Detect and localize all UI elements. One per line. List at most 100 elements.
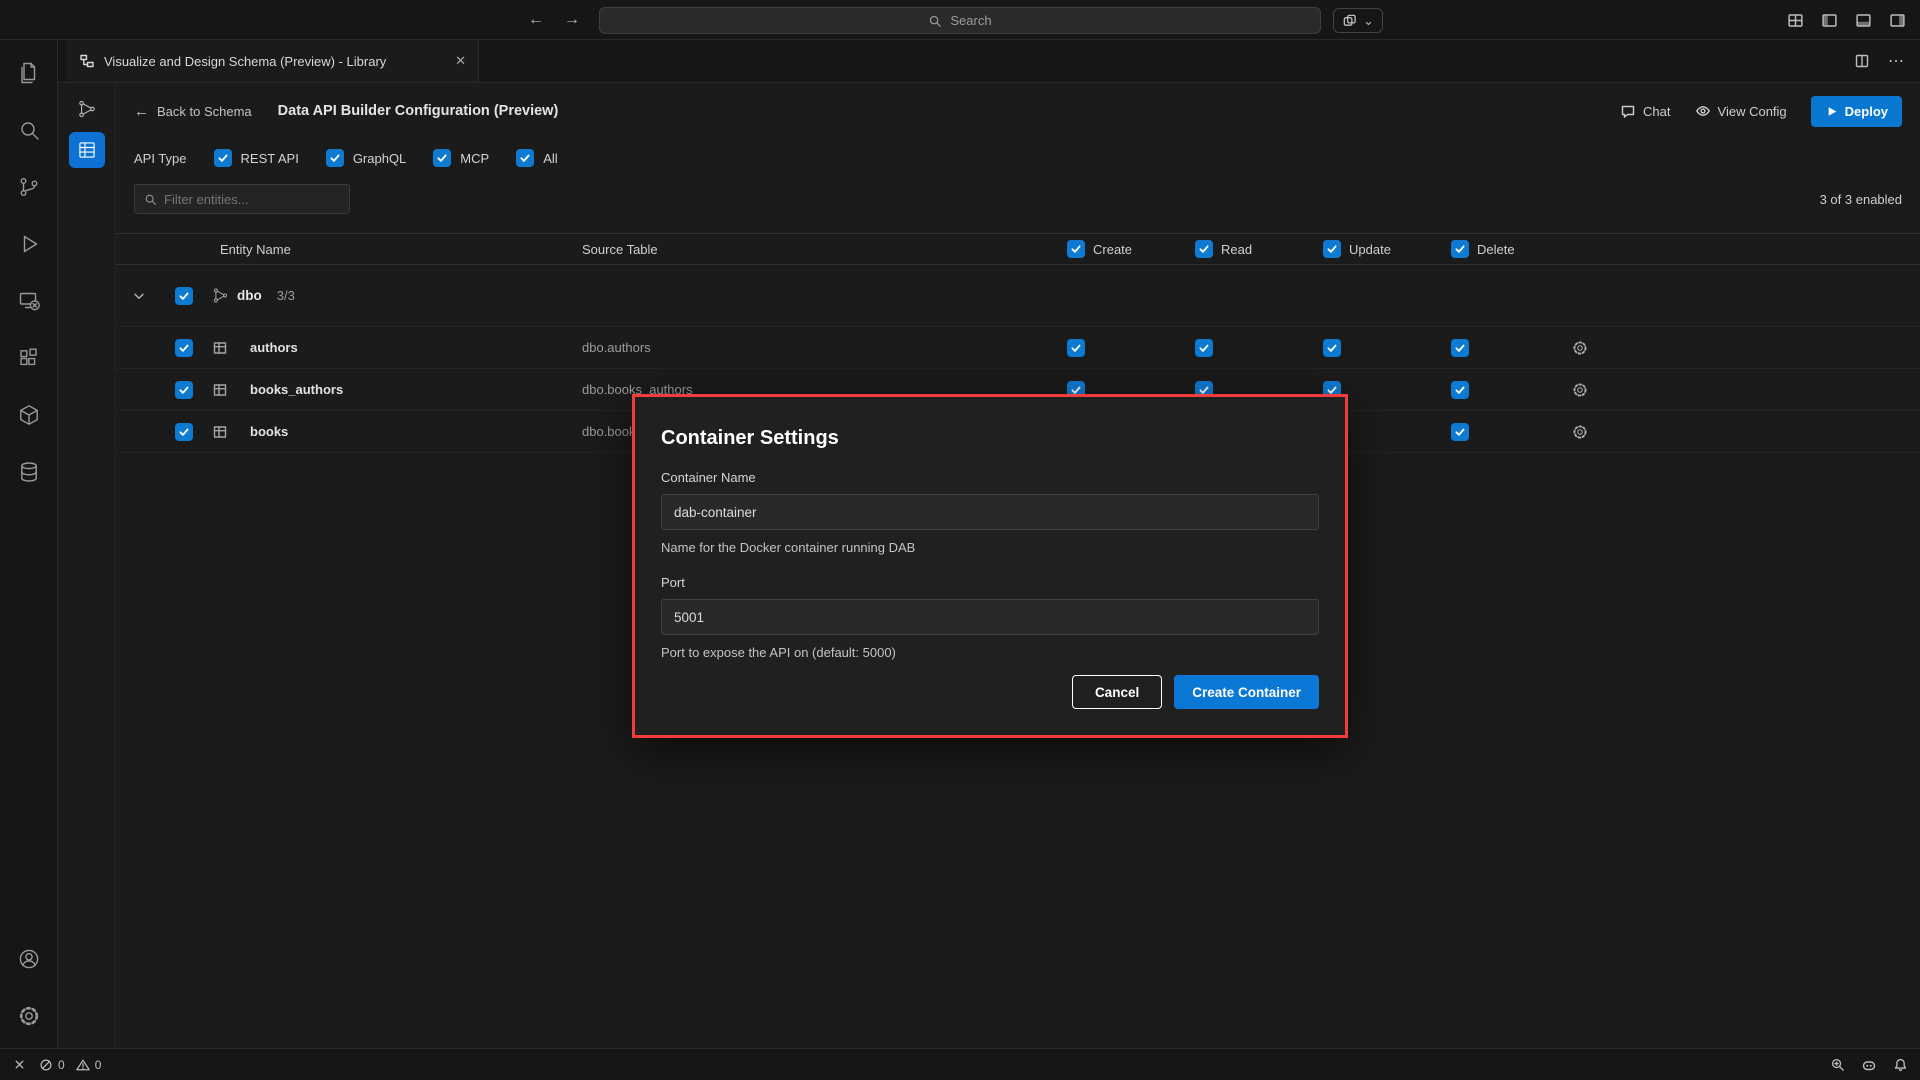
group-count: 3/3 bbox=[277, 288, 295, 303]
zoom-status-button[interactable] bbox=[1830, 1057, 1845, 1072]
schema-designer-button[interactable] bbox=[69, 91, 105, 127]
port-label: Port bbox=[661, 575, 1319, 590]
create-checkbox[interactable] bbox=[1067, 339, 1085, 357]
split-editor-button[interactable] bbox=[1854, 53, 1870, 69]
copilot-menu-button[interactable]: ⌄ bbox=[1333, 8, 1383, 33]
row-settings-button[interactable] bbox=[1571, 423, 1589, 441]
delete-checkbox[interactable] bbox=[1451, 423, 1469, 441]
problems-button[interactable]: 0 0 bbox=[39, 1058, 101, 1072]
col-delete: Delete bbox=[1477, 242, 1515, 257]
copilot-status-button[interactable] bbox=[1861, 1057, 1877, 1073]
extensions-button[interactable] bbox=[0, 329, 58, 386]
port-help: Port to expose the API on (default: 5000… bbox=[661, 645, 1319, 660]
table-icon bbox=[206, 424, 234, 440]
group-expand-chevron[interactable] bbox=[116, 288, 162, 304]
remote-indicator-button[interactable] bbox=[12, 1057, 27, 1072]
read-checkbox[interactable] bbox=[1195, 339, 1213, 357]
run-debug-button[interactable] bbox=[0, 215, 58, 272]
command-search-input[interactable]: Search bbox=[599, 7, 1321, 34]
update-all-checkbox[interactable] bbox=[1323, 240, 1341, 258]
explorer-button[interactable] bbox=[0, 44, 58, 101]
play-icon bbox=[1825, 105, 1838, 118]
row-checkbox[interactable] bbox=[175, 423, 193, 441]
update-checkbox[interactable] bbox=[1323, 339, 1341, 357]
remote-explorer-button[interactable] bbox=[0, 272, 58, 329]
dab-config-button[interactable] bbox=[69, 132, 105, 168]
col-create: Create bbox=[1093, 242, 1132, 257]
group-checkbox[interactable] bbox=[175, 287, 193, 305]
row-checkbox[interactable] bbox=[175, 381, 193, 399]
filter-entities-input[interactable] bbox=[164, 192, 324, 207]
row-settings-button[interactable] bbox=[1571, 381, 1589, 399]
rest-api-checkbox[interactable] bbox=[214, 149, 232, 167]
settings-button[interactable] bbox=[0, 987, 58, 1044]
chat-icon bbox=[1620, 103, 1636, 119]
page-title: Data API Builder Configuration (Preview) bbox=[278, 103, 559, 119]
entity-name: books_authors bbox=[234, 382, 582, 397]
source-control-button[interactable] bbox=[0, 158, 58, 215]
tab-title: Visualize and Design Schema (Preview) - … bbox=[104, 54, 386, 69]
graphql-checkbox[interactable] bbox=[326, 149, 344, 167]
chat-button[interactable]: Chat bbox=[1620, 103, 1670, 119]
container-name-help: Name for the Docker container running DA… bbox=[661, 540, 1319, 555]
mcp-checkbox[interactable] bbox=[433, 149, 451, 167]
warning-count: 0 bbox=[95, 1058, 102, 1072]
error-count: 0 bbox=[58, 1058, 65, 1072]
customize-layout-button[interactable] bbox=[1787, 12, 1804, 29]
tab-strip: Visualize and Design Schema (Preview) - … bbox=[58, 40, 1920, 83]
search-sidebar-button[interactable] bbox=[0, 101, 58, 158]
entity-name: books bbox=[234, 424, 582, 439]
row-settings-button[interactable] bbox=[1571, 339, 1589, 357]
chevron-down-icon: ⌄ bbox=[1363, 13, 1374, 29]
toggle-sidebar-left-button[interactable] bbox=[1821, 12, 1838, 29]
cancel-button[interactable]: Cancel bbox=[1072, 675, 1162, 709]
source-table: dbo.authors bbox=[582, 340, 1012, 355]
group-name: dbo bbox=[237, 288, 262, 303]
more-actions-button[interactable]: ⋯ bbox=[1888, 51, 1904, 71]
container-settings-dialog: Container Settings Container Name Name f… bbox=[632, 394, 1348, 738]
container-tools-button[interactable] bbox=[0, 386, 58, 443]
nav-forward-button[interactable]: → bbox=[564, 11, 580, 29]
all-checkbox[interactable] bbox=[516, 149, 534, 167]
notifications-button[interactable] bbox=[1893, 1057, 1908, 1072]
view-config-button[interactable]: View Config bbox=[1695, 103, 1787, 119]
create-container-button[interactable]: Create Container bbox=[1174, 675, 1319, 709]
tab-close-button[interactable]: ✕ bbox=[455, 53, 466, 69]
toggle-sidebar-right-button[interactable] bbox=[1889, 12, 1906, 29]
container-name-input[interactable] bbox=[661, 494, 1319, 530]
col-entity-name: Entity Name bbox=[206, 242, 582, 257]
error-icon bbox=[39, 1058, 53, 1072]
delete-checkbox[interactable] bbox=[1451, 381, 1469, 399]
delete-all-checkbox[interactable] bbox=[1451, 240, 1469, 258]
table-row: authors dbo.authors bbox=[116, 327, 1920, 369]
toggle-panel-button[interactable] bbox=[1855, 12, 1872, 29]
deploy-button[interactable]: Deploy bbox=[1811, 96, 1902, 127]
port-input[interactable] bbox=[661, 599, 1319, 635]
schema-tab-icon bbox=[79, 53, 95, 69]
back-to-schema-link[interactable]: ← Back to Schema bbox=[134, 103, 252, 120]
delete-checkbox[interactable] bbox=[1451, 339, 1469, 357]
api-type-label: API Type bbox=[134, 151, 187, 166]
dialog-title: Container Settings bbox=[661, 427, 1319, 450]
search-icon bbox=[144, 193, 157, 206]
database-button[interactable] bbox=[0, 443, 58, 500]
back-arrow-icon: ← bbox=[134, 103, 149, 120]
schema-group-row: dbo 3/3 bbox=[116, 265, 1920, 327]
col-read: Read bbox=[1221, 242, 1252, 257]
container-name-label: Container Name bbox=[661, 470, 1319, 485]
read-all-checkbox[interactable] bbox=[1195, 240, 1213, 258]
col-source-table: Source Table bbox=[582, 242, 1012, 257]
table-icon bbox=[206, 382, 234, 398]
title-bar: ← → Search ⌄ bbox=[0, 0, 1920, 40]
filter-entities-field[interactable] bbox=[134, 184, 350, 214]
create-all-checkbox[interactable] bbox=[1067, 240, 1085, 258]
eye-icon bbox=[1695, 103, 1711, 119]
copilot-icon bbox=[1342, 13, 1357, 28]
tab-visualize-schema[interactable]: Visualize and Design Schema (Preview) - … bbox=[67, 40, 479, 82]
search-placeholder: Search bbox=[950, 13, 991, 28]
nav-back-button[interactable]: ← bbox=[528, 11, 544, 29]
schema-icon bbox=[212, 287, 229, 304]
accounts-button[interactable] bbox=[0, 930, 58, 987]
designer-rail bbox=[58, 83, 116, 1048]
row-checkbox[interactable] bbox=[175, 339, 193, 357]
